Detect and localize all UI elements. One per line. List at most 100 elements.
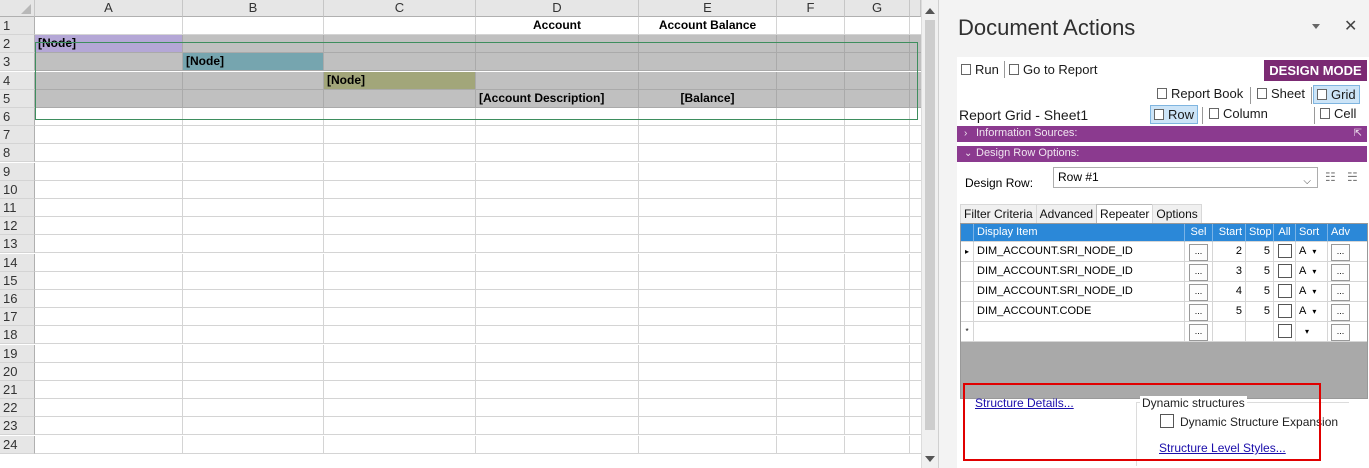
cell-e1[interactable]: Account Balance: [639, 17, 777, 35]
collapse-pane-icon[interactable]: ⇱: [1354, 126, 1362, 141]
sel-ellipsis-button[interactable]: ...: [1189, 244, 1208, 261]
dynamic-structure-expansion-checkbox[interactable]: [1160, 414, 1174, 428]
cell-f21[interactable]: [777, 381, 845, 399]
cell-e5[interactable]: [Balance]: [639, 89, 777, 108]
cell-g10[interactable]: [845, 180, 910, 199]
cell-g4[interactable]: [845, 71, 910, 90]
cell-f4[interactable]: [777, 71, 845, 90]
sort-cell[interactable]: A ▾: [1296, 282, 1328, 302]
adv-cell[interactable]: ...: [1328, 322, 1367, 342]
row-button[interactable]: Row: [1150, 105, 1199, 124]
cell-c18[interactable]: [324, 326, 476, 345]
sel-cell[interactable]: ...: [1185, 242, 1213, 262]
display-item-cell[interactable]: DIM_ACCOUNT.CODE: [974, 302, 1185, 322]
cell-g18[interactable]: [845, 326, 910, 345]
row-header[interactable]: 21: [0, 381, 35, 399]
cell-b4[interactable]: [183, 71, 324, 90]
cell-b22[interactable]: [183, 399, 324, 418]
stop-cell[interactable]: [1246, 322, 1274, 342]
cell-c20[interactable]: [324, 362, 476, 381]
cell-e22[interactable]: [639, 399, 777, 418]
cell-d19[interactable]: [476, 344, 639, 363]
header-sel[interactable]: Sel: [1185, 224, 1213, 242]
row-header[interactable]: 22: [0, 399, 35, 418]
header-adv[interactable]: Adv: [1328, 224, 1367, 242]
cell-a8[interactable]: [35, 144, 183, 163]
cell-b7[interactable]: [183, 126, 324, 145]
adv-cell[interactable]: ...: [1328, 242, 1367, 262]
cell-a21[interactable]: [35, 381, 183, 399]
cell-f9[interactable]: [777, 162, 845, 181]
row-header[interactable]: 6: [0, 108, 35, 126]
row-header[interactable]: 3: [0, 53, 35, 72]
cell-e16[interactable]: [639, 290, 777, 308]
cell-d11[interactable]: [476, 199, 639, 217]
cell-f23[interactable]: [777, 417, 845, 436]
cell-c16[interactable]: [324, 290, 476, 308]
all-checkbox[interactable]: [1277, 284, 1292, 298]
all-cell[interactable]: [1274, 322, 1296, 342]
stop-cell[interactable]: 5: [1246, 302, 1274, 322]
cell-d17[interactable]: [476, 308, 639, 327]
cell-b18[interactable]: [183, 326, 324, 345]
column-header-b[interactable]: B: [183, 0, 324, 17]
header-start[interactable]: Start: [1213, 224, 1246, 242]
sort-dropdown-icon[interactable]: ▾: [1312, 307, 1316, 316]
row-header[interactable]: 1: [0, 17, 35, 35]
display-item-cell[interactable]: DIM_ACCOUNT.SRI_NODE_ID: [974, 242, 1185, 262]
sort-cell[interactable]: A ▾: [1296, 262, 1328, 282]
cell-b1[interactable]: [183, 17, 324, 35]
cell-f24[interactable]: [777, 435, 845, 454]
cell-d22[interactable]: [476, 399, 639, 418]
grid-button[interactable]: Grid: [1313, 85, 1360, 104]
report-book-button[interactable]: Report Book: [1154, 85, 1246, 104]
cell-c3[interactable]: [324, 53, 476, 72]
cell-a7[interactable]: [35, 126, 183, 145]
cell-f18[interactable]: [777, 326, 845, 345]
cell-e23[interactable]: [639, 417, 777, 436]
display-item-cell[interactable]: [974, 322, 1185, 342]
cell-e17[interactable]: [639, 308, 777, 327]
cell-g22[interactable]: [845, 399, 910, 418]
all-cell[interactable]: [1274, 262, 1296, 282]
column-button[interactable]: Column: [1206, 105, 1271, 124]
column-header-c[interactable]: C: [324, 0, 476, 17]
cell-f22[interactable]: [777, 399, 845, 418]
cell-e13[interactable]: [639, 235, 777, 254]
cell-c11[interactable]: [324, 199, 476, 217]
cell-e8[interactable]: [639, 144, 777, 163]
cell-e2[interactable]: [639, 35, 777, 54]
tab-options[interactable]: Options: [1152, 204, 1202, 223]
cell-d15[interactable]: [476, 271, 639, 290]
cell-g6[interactable]: [845, 108, 910, 126]
row-header[interactable]: 17: [0, 308, 35, 327]
cell-e9[interactable]: [639, 162, 777, 181]
stop-cell[interactable]: 5: [1246, 242, 1274, 262]
structure-level-styles-link[interactable]: Structure Level Styles...: [1159, 441, 1286, 455]
cell-f7[interactable]: [777, 126, 845, 145]
row-header[interactable]: 19: [0, 344, 35, 363]
row-header[interactable]: 24: [0, 435, 35, 454]
cell-a5[interactable]: [35, 89, 183, 108]
column-header-d[interactable]: D: [476, 0, 639, 17]
sort-dropdown-icon[interactable]: ▾: [1312, 287, 1316, 296]
row-header[interactable]: 11: [0, 199, 35, 217]
header-all[interactable]: All: [1274, 224, 1296, 242]
cell-c2[interactable]: [324, 35, 476, 54]
cell-g15[interactable]: [845, 271, 910, 290]
cell-d13[interactable]: [476, 235, 639, 254]
cell-d8[interactable]: [476, 144, 639, 163]
cell-b17[interactable]: [183, 308, 324, 327]
row-header[interactable]: 8: [0, 144, 35, 163]
repeater-row[interactable]: DIM_ACCOUNT.SRI_NODE_ID... 4 5 A ▾...: [961, 282, 1367, 302]
spreadsheet-grid[interactable]: A B C D E F G 1 Account Account Balance 2 [N…: [0, 0, 921, 468]
cell-c13[interactable]: [324, 235, 476, 254]
column-header-g[interactable]: G: [845, 0, 910, 17]
cell-c24[interactable]: [324, 435, 476, 454]
cell-e7[interactable]: [639, 126, 777, 145]
cell-a4[interactable]: [35, 71, 183, 90]
cell-c1[interactable]: [324, 17, 476, 35]
column-header-a[interactable]: A: [35, 0, 183, 17]
cell-g20[interactable]: [845, 362, 910, 381]
sel-cell[interactable]: ...: [1185, 282, 1213, 302]
